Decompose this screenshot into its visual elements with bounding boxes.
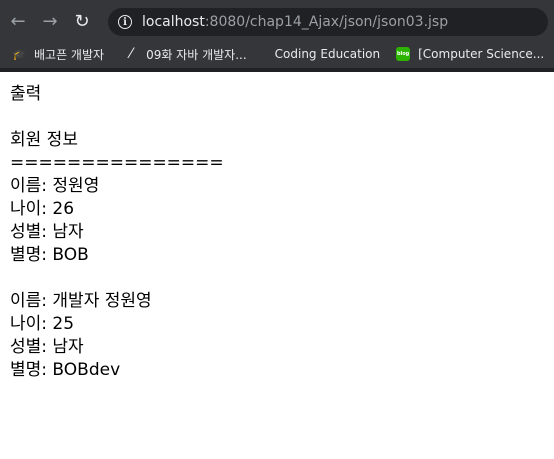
slash-icon: ⁄ <box>129 46 133 62</box>
member-name: 이름: 정원영 <box>10 176 100 196</box>
url-text[interactable]: localhost:8080/chap14_Ajax/json/json03.j… <box>142 14 448 30</box>
bookmark-item[interactable]: blog [Computer Science... <box>396 47 544 61</box>
bookmark-item[interactable]: 🎓 배고픈 개발자 <box>12 46 104 63</box>
bookmark-label: Coding Education <box>274 47 381 61</box>
divider-text: =============== <box>10 153 224 173</box>
member-gender: 성별: 남자 <box>10 222 84 242</box>
reload-button[interactable]: ↻ <box>68 8 96 36</box>
url-host: localhost <box>142 14 205 30</box>
page-heading: 출력 <box>10 84 42 104</box>
member-nickname: 별명: BOB <box>10 245 89 265</box>
url-path: :8080/chap14_Ajax/json/json03.jsp <box>204 14 449 30</box>
reload-icon: ↻ <box>74 11 90 32</box>
bookmarks-bar: 🎓 배고픈 개발자 ⁄ 09화 자바 개발자... Coding Educati… <box>0 40 554 68</box>
blog-icon: blog <box>396 47 411 61</box>
section-title: 회원 정보 <box>10 130 78 150</box>
page-content: 출력 회원 정보 =============== 이름: 정원영 나이: 26 … <box>0 72 554 382</box>
arrow-left-icon: ← <box>10 11 26 32</box>
info-icon[interactable]: i <box>118 15 132 29</box>
member-gender: 성별: 남자 <box>10 337 84 357</box>
bookmark-label: [Computer Science... <box>418 47 545 61</box>
graduation-cap-icon: 🎓 <box>12 47 26 61</box>
browser-chrome: ← → ↻ i localhost:8080/chap14_Ajax/json/… <box>0 0 554 72</box>
bookmark-item[interactable]: ⁄ 09화 자바 개발자... <box>124 46 247 63</box>
member-age: 나이: 25 <box>10 314 75 334</box>
member-name: 이름: 개발자 정원영 <box>10 291 152 311</box>
bookmark-label: 배고픈 개발자 <box>34 47 105 62</box>
back-button[interactable]: ← <box>4 8 32 36</box>
browser-toolbar: ← → ↻ i localhost:8080/chap14_Ajax/json/… <box>0 4 554 40</box>
forward-button[interactable]: → <box>36 8 64 36</box>
address-bar[interactable]: i localhost:8080/chap14_Ajax/json/json03… <box>108 8 548 36</box>
bookmark-item[interactable]: Coding Education <box>275 47 380 61</box>
member-nickname: 별명: BOBdev <box>10 360 121 380</box>
arrow-right-icon: → <box>42 11 58 32</box>
member-age: 나이: 26 <box>10 199 75 219</box>
bookmark-label: 09화 자바 개발자... <box>146 47 247 62</box>
